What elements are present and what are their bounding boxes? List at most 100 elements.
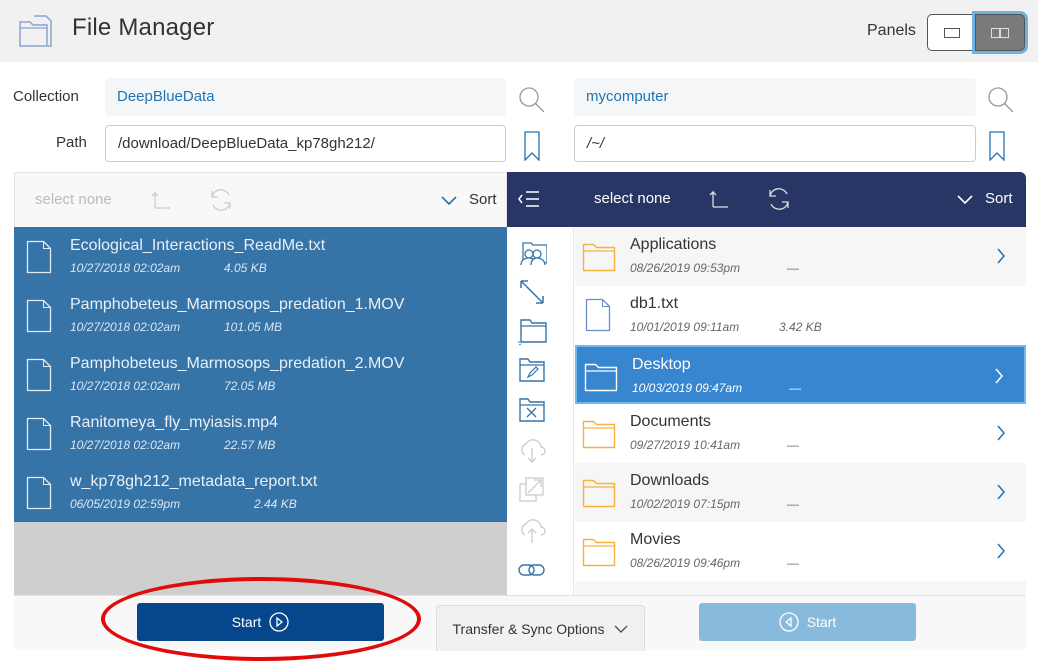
chevron-right-icon[interactable] bbox=[996, 247, 1006, 265]
single-panel-icon bbox=[943, 27, 960, 38]
folder-icon bbox=[582, 420, 616, 449]
chevron-right-icon[interactable] bbox=[996, 542, 1006, 560]
link-icon[interactable] bbox=[517, 555, 547, 585]
left-select-none[interactable]: select none bbox=[35, 191, 112, 208]
list-item-partial[interactable] bbox=[575, 581, 1026, 595]
left-search-button[interactable] bbox=[517, 86, 547, 114]
path-label: Path bbox=[56, 134, 87, 151]
left-list-item[interactable]: Pamphobeteus_Marmosops_predation_2.MOV 10… bbox=[14, 345, 507, 404]
chevron-right-icon[interactable] bbox=[996, 483, 1006, 501]
start-right-label: Start bbox=[806, 614, 837, 630]
folder-icon bbox=[582, 243, 616, 272]
item-date: 10/27/2018 02:02am bbox=[70, 379, 181, 393]
start-left-label: Start bbox=[231, 614, 262, 630]
app-title: File Manager bbox=[72, 14, 215, 41]
item-name: Ecological_Interactions_ReadMe.txt bbox=[70, 237, 326, 254]
item-date: 10/01/2019 09:11am bbox=[630, 320, 740, 334]
bookmark-icon bbox=[524, 131, 540, 161]
item-date: 09/27/2019 10:41am bbox=[630, 438, 741, 452]
chevron-right-icon[interactable] bbox=[996, 424, 1006, 442]
left-toolbar: select none Sort bbox=[14, 172, 507, 227]
collapse-menu-icon[interactable] bbox=[517, 190, 541, 208]
app-header: File Manager Panels bbox=[0, 0, 1038, 62]
folder-icon bbox=[582, 538, 616, 567]
folder-icon bbox=[584, 363, 618, 392]
share-icon[interactable] bbox=[517, 237, 547, 267]
new-folder-icon[interactable] bbox=[517, 315, 547, 346]
item-name: Ranitomeya_fly_myiasis.mp4 bbox=[70, 414, 279, 431]
left-list-item[interactable]: Ranitomeya_fly_myiasis.mp4 10/27/2018 02:… bbox=[14, 404, 507, 463]
double-panel-icon bbox=[991, 27, 1009, 38]
item-size: — bbox=[787, 556, 799, 570]
item-size: 101.05 MB bbox=[224, 320, 283, 334]
download-icon[interactable] bbox=[517, 435, 547, 465]
search-icon bbox=[988, 87, 1014, 113]
left-list-item[interactable]: Ecological_Interactions_ReadMe.txt 10/27/… bbox=[14, 227, 507, 286]
file-icon bbox=[26, 299, 52, 333]
refresh-icon[interactable] bbox=[766, 186, 792, 212]
rename-arrow-icon[interactable] bbox=[517, 277, 547, 307]
left-sort-button[interactable]: Sort bbox=[469, 191, 497, 208]
right-sort-button[interactable]: Sort bbox=[985, 190, 1013, 207]
chevron-down-icon bbox=[614, 625, 628, 633]
item-date: 10/02/2019 07:15pm bbox=[630, 497, 741, 511]
start-transfer-right-button[interactable]: Start bbox=[699, 603, 916, 641]
right-select-none[interactable]: select none bbox=[594, 190, 671, 207]
item-size: — bbox=[787, 261, 799, 275]
play-left-icon bbox=[779, 612, 799, 632]
right-search-button[interactable] bbox=[986, 86, 1016, 114]
item-date: 08/26/2019 09:46pm bbox=[630, 556, 741, 570]
item-size: 72.05 MB bbox=[224, 379, 276, 393]
item-name: Applications bbox=[630, 236, 717, 253]
item-size: — bbox=[789, 381, 801, 395]
sort-chevron-icon[interactable] bbox=[441, 194, 457, 206]
right-list-item[interactable]: Desktop 10/03/2019 09:47am — bbox=[575, 345, 1026, 404]
item-date: 06/05/2019 02:59pm bbox=[70, 497, 181, 511]
item-date: 08/26/2019 09:53pm bbox=[630, 261, 741, 275]
chevron-right-icon[interactable] bbox=[994, 367, 1004, 385]
item-name: Pamphobeteus_Marmosops_predation_1.MOV bbox=[70, 296, 405, 313]
right-collection-field[interactable]: mycomputer bbox=[574, 78, 976, 116]
upload-icon[interactable] bbox=[517, 515, 547, 545]
start-transfer-left-button[interactable]: Start bbox=[137, 603, 384, 641]
right-bookmark-button[interactable] bbox=[987, 130, 1007, 162]
open-external-icon[interactable] bbox=[517, 475, 547, 505]
sort-chevron-icon[interactable] bbox=[957, 193, 973, 205]
item-size: 22.57 MB bbox=[224, 438, 276, 452]
item-size: 4.05 KB bbox=[224, 261, 267, 275]
right-list-item[interactable]: Movies 08/26/2019 09:46pm — bbox=[575, 522, 1026, 581]
left-list-item[interactable]: w_kp78gh212_metadata_report.txt 06/05/201… bbox=[14, 463, 507, 522]
up-folder-icon[interactable] bbox=[150, 190, 172, 210]
item-size: 2.44 KB bbox=[254, 497, 297, 511]
right-path-field[interactable]: /~/ bbox=[574, 125, 976, 162]
file-icon bbox=[26, 240, 52, 274]
right-list-item[interactable]: db1.txt 10/01/2019 09:11am 3.42 KB bbox=[575, 286, 1026, 345]
left-bookmark-button[interactable] bbox=[522, 130, 542, 162]
right-toolbar: select none Sort bbox=[507, 172, 1026, 227]
file-icon bbox=[585, 298, 611, 332]
right-list-item[interactable]: Applications 08/26/2019 09:53pm — bbox=[575, 227, 1026, 286]
item-size: 3.42 KB bbox=[779, 320, 822, 334]
file-icon bbox=[26, 417, 52, 451]
edit-folder-icon[interactable] bbox=[517, 355, 547, 385]
refresh-icon[interactable] bbox=[208, 187, 234, 213]
single-panel-button[interactable] bbox=[927, 14, 976, 51]
item-size: — bbox=[787, 438, 799, 452]
item-name: w_kp78gh212_metadata_report.txt bbox=[70, 473, 318, 490]
left-collection-field[interactable]: DeepBlueData bbox=[105, 78, 506, 116]
bookmark-icon bbox=[989, 131, 1005, 161]
left-list-item[interactable]: Pamphobeteus_Marmosops_predation_1.MOV 10… bbox=[14, 286, 507, 345]
item-name: Documents bbox=[630, 413, 711, 430]
left-path-field[interactable]: /download/DeepBlueData_kp78gh212/ bbox=[105, 125, 506, 162]
double-panel-button[interactable] bbox=[975, 14, 1025, 51]
play-right-icon bbox=[269, 612, 289, 632]
right-list-item[interactable]: Downloads 10/02/2019 07:15pm — bbox=[575, 463, 1026, 522]
item-date: 10/03/2019 09:47am bbox=[632, 381, 743, 395]
item-name: db1.txt bbox=[630, 295, 679, 312]
transfer-sync-options-toggle[interactable]: Transfer & Sync Options bbox=[436, 605, 645, 651]
delete-folder-icon[interactable] bbox=[517, 395, 547, 425]
up-folder-icon[interactable] bbox=[708, 189, 730, 209]
item-name: Movies bbox=[630, 531, 681, 548]
item-date: 10/27/2018 02:02am bbox=[70, 438, 181, 452]
right-list-item[interactable]: Documents 09/27/2019 10:41am — bbox=[575, 404, 1026, 463]
